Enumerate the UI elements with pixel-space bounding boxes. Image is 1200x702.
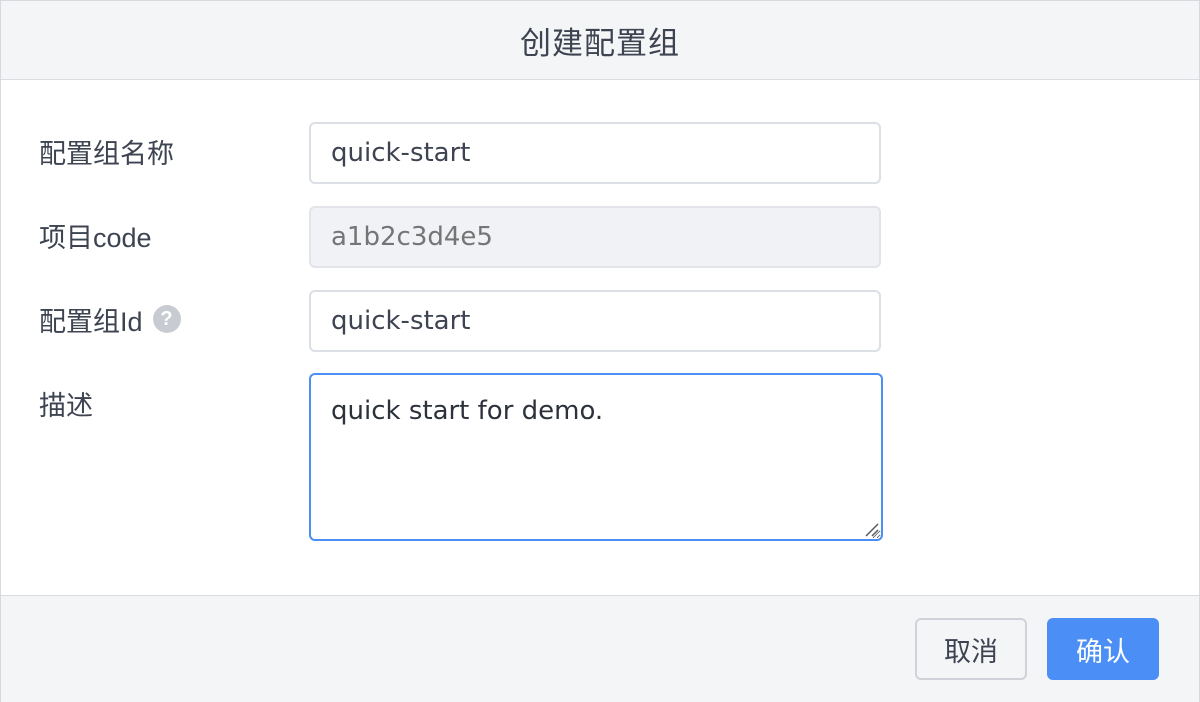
dialog-title: 创建配置组 — [520, 25, 680, 61]
group-id-label-text: 配置组Id — [39, 306, 143, 337]
group-name-input[interactable] — [309, 122, 881, 184]
cancel-button[interactable]: 取消 — [915, 618, 1027, 680]
description-label: 描述 — [39, 385, 93, 421]
project-code-label: 项目code — [39, 217, 152, 253]
group-name-label: 配置组名称 — [39, 133, 174, 169]
group-id-label: 配置组Id ? — [39, 301, 181, 337]
dialog-footer: 取消 确认 — [1, 595, 1199, 702]
group-id-input[interactable] — [309, 290, 881, 352]
help-icon[interactable]: ? — [152, 305, 181, 333]
confirm-button[interactable]: 确认 — [1047, 618, 1159, 680]
project-code-label-text: 项目code — [39, 222, 152, 253]
description-label-text: 描述 — [39, 390, 93, 421]
description-textarea[interactable] — [309, 373, 883, 541]
dialog-header: 创建配置组 — [1, 1, 1199, 80]
project-code-input — [309, 206, 881, 268]
create-config-group-dialog: 创建配置组 配置组名称 项目code 配置组Id ? 描述 取消 确认 — [0, 0, 1200, 702]
group-name-label-text: 配置组名称 — [39, 138, 174, 169]
